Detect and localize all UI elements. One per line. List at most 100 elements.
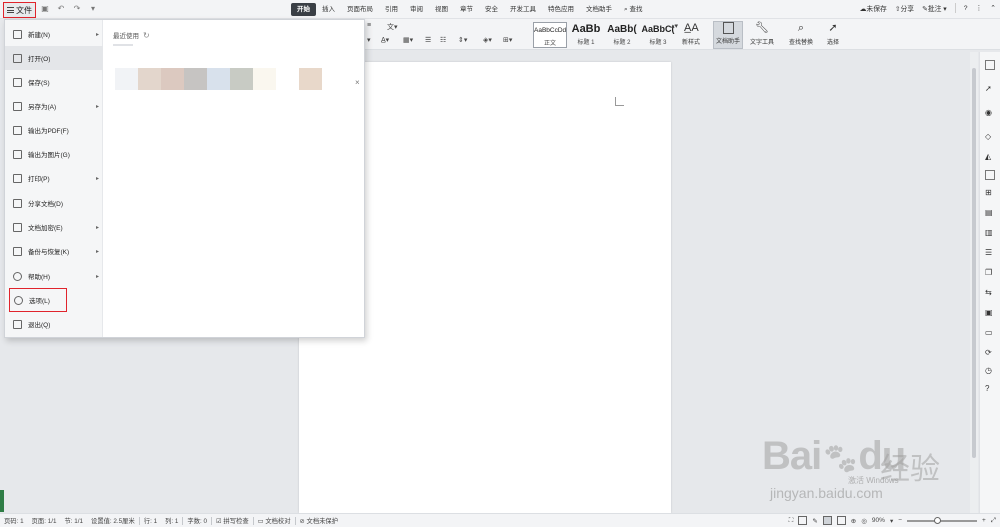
translate-icon[interactable]: ⇆	[985, 288, 995, 298]
zoom-in-button[interactable]: +	[982, 517, 986, 524]
list-icon[interactable]: ☰	[985, 248, 995, 258]
scrollbar-thumb[interactable]	[972, 68, 976, 458]
doc-assistant-button[interactable]: 文档助手	[713, 21, 743, 49]
menu-item-save[interactable]: 保存(S)	[5, 70, 103, 94]
protection-status[interactable]: ⊘ 文档未保护	[296, 516, 343, 525]
close-icon[interactable]: ×	[355, 78, 360, 87]
recent-files-preview[interactable]	[115, 68, 322, 90]
view-eye-icon[interactable]: ◎	[861, 517, 867, 525]
unsaved-status[interactable]: ☁未保存	[860, 3, 887, 13]
fullscreen-icon[interactable]: ⛶	[789, 517, 794, 525]
grid-icon[interactable]: ⊞	[985, 188, 995, 198]
menu-item-share-doc[interactable]: 分享文档(D)	[5, 191, 103, 215]
comment-button[interactable]: ✎批注 ▾	[922, 3, 947, 13]
style-normal[interactable]: AaBbCcDd 正文	[533, 22, 567, 48]
status-word-count[interactable]: 字数: 0	[183, 516, 211, 525]
recent-file-thumbnail[interactable]	[115, 68, 138, 90]
refresh-icon[interactable]: ↻	[143, 31, 150, 40]
table-border-icon[interactable]: ⊞▾	[503, 36, 512, 44]
status-row[interactable]: 行: 1	[140, 516, 161, 525]
recent-file-thumbnail[interactable]	[276, 68, 299, 90]
align-left-icon[interactable]: ▾	[367, 36, 371, 44]
spacing-icon[interactable]: ≡	[367, 22, 371, 29]
style-heading-3[interactable]: AaBbC( 标题 3	[641, 22, 675, 48]
find-replace-button[interactable]: ⌕ 查找替换	[785, 21, 817, 46]
zoom-level[interactable]: 90%	[872, 517, 885, 524]
zoom-slider[interactable]	[907, 516, 977, 524]
proofread-button[interactable]: ▭ 文档校对	[254, 516, 295, 525]
new-style-button[interactable]: A̲A 新样式	[679, 21, 703, 46]
table-icon[interactable]	[985, 170, 995, 180]
menu-item-export-image[interactable]: 输出为图片(G)	[5, 142, 103, 166]
customize-icon[interactable]: ▾	[88, 4, 98, 13]
zoom-slider-thumb[interactable]	[934, 516, 941, 524]
tab-chapter[interactable]: 章节	[454, 3, 479, 16]
status-setting-value[interactable]: 设置值: 2.5厘米	[87, 516, 139, 525]
history-icon[interactable]: ◷	[985, 366, 995, 376]
select-button[interactable]: ➚ 选择	[821, 21, 845, 46]
view-page-icon[interactable]	[822, 516, 832, 525]
layout-icon[interactable]: ▤	[985, 208, 995, 218]
text-tools-button[interactable]: 🔧︎ 文字工具	[747, 21, 777, 46]
recent-file-thumbnail[interactable]	[299, 68, 322, 90]
menu-item-save-as[interactable]: 另存为(A) ▸	[5, 94, 103, 118]
side-green-tab[interactable]	[0, 490, 4, 512]
help-pane-icon[interactable]: ?	[985, 384, 995, 394]
archive-icon[interactable]: ▣	[985, 308, 995, 318]
tab-search[interactable]: ⌕ 查找	[618, 3, 648, 16]
more-button[interactable]: ⋮	[976, 4, 983, 12]
tab-special-apps[interactable]: 特色应用	[542, 3, 580, 16]
status-pages[interactable]: 页面: 1/1	[28, 516, 61, 525]
tab-home[interactable]: 开始	[291, 3, 316, 16]
tab-developer[interactable]: 开发工具	[504, 3, 542, 16]
tab-review[interactable]: 审阅	[404, 3, 429, 16]
sync-icon[interactable]: ⟳	[985, 348, 995, 358]
shape-icon[interactable]: ◇	[985, 132, 995, 142]
menu-item-encrypt[interactable]: 文档加密(E) ▸	[5, 215, 103, 239]
menu-item-backup[interactable]: 备份与恢复(K) ▸	[5, 239, 103, 263]
tab-references[interactable]: 引用	[379, 3, 404, 16]
status-col[interactable]: 列: 1	[161, 516, 182, 525]
pinyin-icon[interactable]: 文▾	[387, 22, 398, 32]
view-read-icon[interactable]	[836, 516, 846, 525]
zoom-dropdown-icon[interactable]: ▾	[890, 517, 893, 525]
view-outline-icon[interactable]	[798, 516, 808, 525]
fill-icon[interactable]: ◭	[985, 152, 995, 162]
location-icon[interactable]: ◉	[985, 108, 995, 118]
copy-icon[interactable]: ❐	[985, 268, 995, 278]
shading-icon[interactable]: ◈▾	[483, 36, 492, 44]
view-edit-icon[interactable]: ✎	[812, 517, 817, 525]
distribute-icon[interactable]: ☷	[440, 36, 446, 44]
styles-scroll-icon[interactable]: ▴▾	[671, 22, 678, 30]
redo-icon[interactable]: ↷	[72, 4, 82, 13]
menu-item-options[interactable]: 选项(L)	[9, 288, 67, 312]
help-button[interactable]: ?	[964, 5, 968, 12]
tab-page-layout[interactable]: 页面布局	[341, 3, 379, 16]
fit-page-icon[interactable]: ⤢	[991, 517, 996, 525]
recent-file-thumbnail[interactable]	[207, 68, 230, 90]
collapse-ribbon-icon[interactable]: ⌃	[990, 4, 996, 12]
tab-security[interactable]: 安全	[479, 3, 504, 16]
line-spacing-icon[interactable]: ⇕▾	[458, 36, 467, 44]
undo-icon[interactable]: ↶	[56, 4, 66, 13]
menu-item-new[interactable]: 新建(N) ▸	[5, 22, 103, 46]
status-section[interactable]: 节: 1/1	[60, 516, 87, 525]
recent-file-thumbnail[interactable]	[230, 68, 253, 90]
tab-insert[interactable]: 插入	[316, 3, 341, 16]
menu-item-export-pdf[interactable]: 输出为PDF(F)	[5, 118, 103, 142]
recent-file-thumbnail[interactable]	[161, 68, 184, 90]
share-button[interactable]: ⇧分享	[895, 3, 914, 13]
file-menu-button[interactable]: 文件	[3, 2, 36, 18]
zoom-out-button[interactable]: −	[898, 517, 902, 524]
sort-icon[interactable]: A̲▾	[381, 36, 389, 44]
justify-icon[interactable]: ☰	[425, 36, 431, 44]
tab-doc-assistant[interactable]: 文档助手	[580, 3, 618, 16]
menu-item-exit[interactable]: 退出(Q)	[5, 312, 103, 336]
select-pane-icon[interactable]: ➚	[985, 84, 995, 94]
spell-check-button[interactable]: ☑ 拼写检查	[212, 516, 253, 525]
text-box-icon[interactable]: ▭	[985, 328, 995, 338]
recent-file-thumbnail[interactable]	[138, 68, 161, 90]
menu-item-open[interactable]: 打开(O)	[5, 46, 103, 70]
style-heading-1[interactable]: AaBb 标题 1	[569, 22, 603, 48]
styles-pane-icon[interactable]	[985, 60, 995, 70]
